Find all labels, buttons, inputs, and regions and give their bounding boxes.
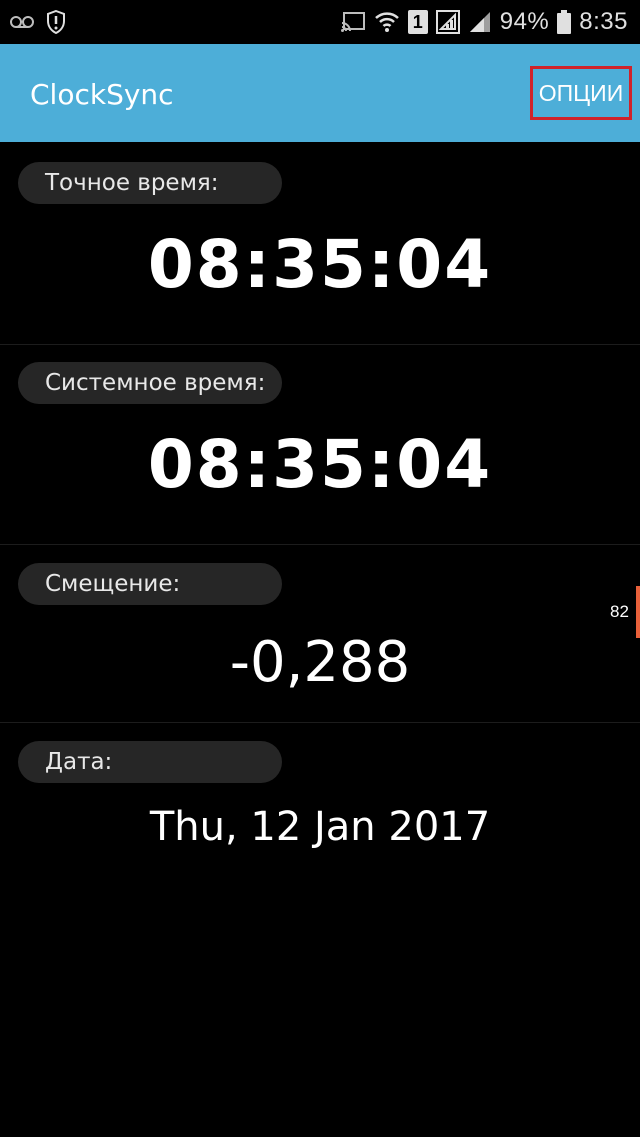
wifi-icon [374,10,400,34]
system-time-label: Системное время: [18,362,282,404]
cast-icon [340,11,366,33]
exact-time-value: 08:35:04 [147,226,493,303]
offset-value: -0,288 [229,630,411,695]
section-divider [0,722,640,723]
sim-slot-badge: 1 [407,10,428,34]
side-edge-handle[interactable] [636,586,640,638]
clock-time: 8:35 [579,8,628,35]
status-bar: 1 94% 8:35 [0,0,640,44]
signal-icon [468,10,492,34]
offset-label: Смещение: [18,563,282,605]
system-time-value: 08:35:04 [147,426,493,503]
app-bar: ClockSync ОПЦИИ [0,44,640,142]
shield-alert-icon [46,10,66,34]
side-indicator-number: 82 [610,602,629,621]
date-label: Дата: [18,741,282,783]
date-value: Thu, 12 Jan 2017 [149,804,491,850]
voicemail-icon [10,14,34,30]
battery-percent: 94% [499,8,550,35]
options-button[interactable]: ОПЦИИ [530,66,632,120]
sim-signal-icon [435,10,460,34]
exact-time-label: Точное время: [18,162,282,204]
section-divider [0,344,640,345]
section-divider [0,544,640,545]
status-left-icons [10,8,66,36]
app-title: ClockSync [30,78,174,111]
status-right-icons: 1 94% 8:35 [340,6,628,38]
battery-icon [557,10,572,34]
